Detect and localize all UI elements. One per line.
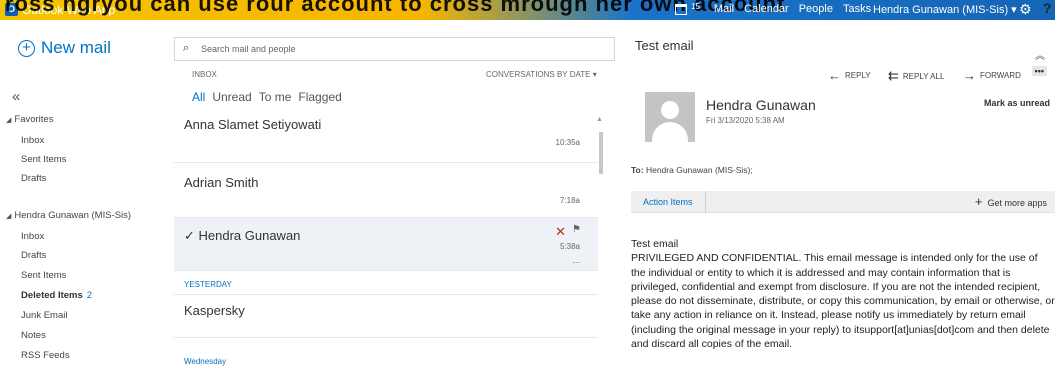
favorites-group[interactable]: ◢ Favorites — [6, 114, 53, 125]
new-mail-label: New mail — [41, 38, 111, 57]
folder-deleted-items[interactable]: Deleted Items 2 — [21, 290, 92, 301]
reply-button[interactable]: ← REPLY — [828, 68, 871, 83]
to-recipient[interactable]: Hendra Gunawan (MIS-Sis); — [646, 165, 753, 175]
list-item[interactable]: Adrian Smith 7:18a — [174, 163, 598, 218]
favorite-sent-items[interactable]: Sent Items — [21, 154, 66, 165]
forward-button[interactable]: → FORWARD — [963, 68, 1021, 83]
account-group[interactable]: ◢ Hendra Gunawan (MIS-Sis) — [6, 210, 131, 221]
to-label: To: — [631, 165, 644, 175]
folder-notes[interactable]: Notes — [21, 330, 46, 341]
sender-name: Anna Slamet Setiyowati — [184, 117, 322, 132]
chevron-up-icon[interactable]: ︽ — [1035, 47, 1045, 62]
folder-rss-feeds[interactable]: RSS Feeds — [21, 350, 70, 361]
flag-icon[interactable]: ⚑ — [572, 224, 581, 235]
calendar-icon[interactable] — [675, 3, 687, 15]
search-box[interactable]: ⌕ Search mail and people — [174, 37, 615, 61]
body-paragraph: PRIVILEGED AND CONFIDENTIAL. This email … — [631, 252, 1055, 351]
plus-circle-icon: + — [18, 39, 35, 57]
message-time: 7:18a — [559, 196, 580, 205]
help-icon[interactable]: ? — [1043, 0, 1052, 16]
double-arrow-left-icon: ⇇ — [888, 68, 899, 83]
triangle-down-icon: ◢ — [6, 117, 12, 124]
account-label: Hendra Gunawan (MIS-Sis) — [14, 210, 132, 221]
get-apps-label: Get more apps — [987, 198, 1047, 208]
plus-icon: + — [974, 194, 983, 209]
message-body: Test email PRIVILEGED AND CONFIDENTIAL. … — [631, 237, 1055, 351]
section-yesterday: YESTERDAY — [184, 280, 232, 289]
filter-bar: All Unread To me Flagged — [192, 90, 342, 104]
collapse-pane-icon[interactable]: « — [12, 88, 20, 105]
body-title: Test email — [631, 238, 679, 250]
user-menu[interactable]: Hendra Gunawan (MIS-Sis) ▾ — [873, 3, 1017, 16]
search-icon: ⌕ — [183, 42, 190, 54]
forward-label: FORWARD — [980, 71, 1021, 80]
triangle-down-icon: ◢ — [6, 213, 12, 220]
folder-inbox[interactable]: Inbox — [21, 231, 44, 242]
sender-name: Kaspersky — [184, 303, 245, 318]
nav-people[interactable]: People — [799, 3, 833, 15]
message-subject: Test email — [635, 38, 694, 53]
folder-drafts[interactable]: Drafts — [21, 250, 46, 261]
to-line: To: Hendra Gunawan (MIS-Sis); — [631, 165, 753, 175]
mail-list: Anna Slamet Setiyowati 10:35a Adrian Smi… — [174, 108, 606, 375]
folder-sent-items[interactable]: Sent Items — [21, 270, 66, 281]
reply-label: REPLY — [845, 71, 871, 80]
folder-deleted-label: Deleted Items — [21, 290, 83, 301]
favorite-drafts[interactable]: Drafts — [21, 173, 46, 184]
search-input[interactable]: Search mail and people — [201, 44, 296, 54]
list-item[interactable]: Kaspersky — [174, 294, 598, 338]
list-item-selected[interactable]: ✓ Hendra Gunawan ✕ ⚑ 5:38a ... — [174, 218, 598, 271]
reply-all-label: REPLY ALL — [902, 71, 945, 81]
calendar-badge: 15 — [691, 1, 700, 11]
nav-tasks[interactable]: Tasks — [843, 3, 871, 15]
message-list-pane: ⌕ Search mail and people INBOX CONVERSAT… — [168, 20, 615, 375]
more-dots: ... — [572, 255, 580, 265]
delete-icon[interactable]: ✕ — [555, 224, 566, 240]
sender-name: Adrian Smith — [184, 175, 259, 190]
message-time: 10:35a — [555, 138, 580, 147]
folder-junk-email[interactable]: Junk Email — [21, 310, 67, 321]
folder-pane: + New mail « ◢ Favorites Inbox Sent Items… — [0, 20, 168, 375]
more-actions-button[interactable]: ••• — [1031, 66, 1047, 76]
overlay-caption: ross ngryou can use rour account to cros… — [5, 0, 786, 16]
top-nav: 15 Mail Calendar People Tasks — [675, 1, 871, 15]
arrow-left-icon: ← — [828, 68, 841, 83]
filter-flagged[interactable]: Flagged — [298, 90, 341, 104]
inbox-label: INBOX — [192, 70, 217, 79]
nav-mail[interactable]: Mail — [714, 3, 734, 15]
section-wednesday: Wednesday — [184, 357, 227, 366]
gear-icon[interactable]: ⚙ — [1019, 1, 1032, 18]
favorite-inbox[interactable]: Inbox — [21, 135, 44, 146]
tab-action-items[interactable]: Action Items — [631, 191, 706, 213]
avatar — [645, 92, 695, 142]
new-mail-button[interactable]: + New mail — [18, 38, 111, 58]
arrow-right-icon: → — [963, 68, 976, 83]
mark-unread-link[interactable]: Mark as unread — [984, 98, 1050, 108]
top-bar: O Outlook Web App ross ngryou can use ro… — [0, 0, 1055, 20]
reading-pane: Test email ︽ ← REPLY ⇇ REPLY ALL → FORWA… — [622, 20, 1055, 375]
filter-to-me[interactable]: To me — [259, 90, 292, 104]
message-date: Fri 3/13/2020 5:38 AM — [706, 116, 785, 125]
list-item[interactable]: Anna Slamet Setiyowati 10:35a — [174, 108, 598, 163]
message-time: 5:38a — [559, 242, 580, 251]
favorites-label: Favorites — [14, 114, 54, 125]
sender-name: ✓ Hendra Gunawan — [184, 228, 301, 243]
reply-all-button[interactable]: ⇇ REPLY ALL — [888, 68, 944, 84]
get-more-apps-button[interactable]: + Get more apps — [975, 191, 1047, 214]
filter-unread[interactable]: Unread — [212, 90, 251, 104]
deleted-count-badge: 2 — [86, 290, 93, 301]
sort-dropdown[interactable]: CONVERSATIONS BY DATE ▾ — [486, 70, 597, 79]
addin-bar: Action Items + Get more apps — [631, 191, 1055, 213]
nav-calendar[interactable]: Calendar — [744, 3, 789, 15]
filter-all[interactable]: All — [192, 90, 205, 104]
sender-display-name[interactable]: Hendra Gunawan — [706, 97, 816, 113]
